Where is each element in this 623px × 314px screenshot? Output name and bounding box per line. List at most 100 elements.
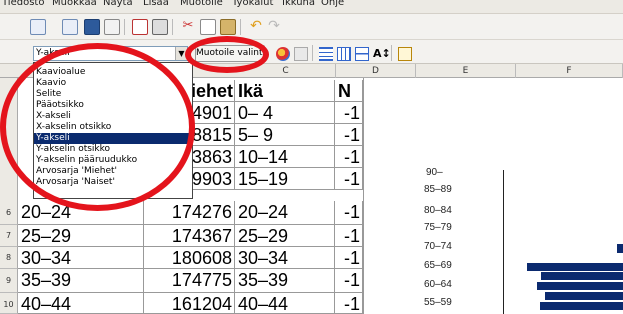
dropdown-item-selected[interactable]: Y-akseli [34,133,192,144]
menu-tyokalut[interactable]: Työkalut [232,0,273,8]
data-cell-age-a[interactable]: 20–24 [18,201,144,225]
header-cell-n[interactable]: N [335,80,363,102]
y-axis-label: 60–64 [424,279,452,290]
data-cell-n[interactable]: -1 [335,168,363,190]
chart-bar[interactable] [541,272,623,280]
menu-muotoile[interactable]: Muotoile [180,0,223,8]
dropdown-item[interactable]: Y-akselin otsikko [34,144,192,155]
chart-element-select[interactable]: Y-akseli ▼ [33,46,188,61]
dropdown-item[interactable]: X-akseli [34,111,192,122]
y-axis-label: 70–74 [424,241,452,252]
menu-nayta[interactable]: Näytä [103,0,133,8]
toolbar-separator [124,19,125,35]
header-cell-ika[interactable]: Ikä [235,80,335,102]
toolbar-separator [312,45,313,61]
chart-type-icon[interactable] [276,47,290,61]
menu-muokkaa[interactable]: Muokkaa [52,0,97,8]
redo-icon[interactable]: ↷ [266,19,282,35]
copy-icon[interactable] [200,19,216,35]
data-cell-age[interactable]: 40–44 [235,293,335,314]
data-cell-men[interactable]: 161204 [144,293,235,314]
data-cell-age[interactable]: 30–34 [235,247,335,269]
dropdown-item[interactable]: Arvosarja 'Naiset' [34,177,192,188]
legend-icon[interactable] [355,47,369,61]
dropdown-item[interactable]: Y-akselin pääruudukko [34,155,192,166]
dropdown-item[interactable]: Kaavio [34,78,192,89]
new-document-icon[interactable] [30,19,46,35]
dropdown-item[interactable]: Kaavioalue [34,67,192,78]
chart-y-axis-line [503,170,504,314]
data-cell-men[interactable]: 174367 [144,225,235,247]
data-cell-age-a[interactable]: 25–29 [18,225,144,247]
format-selection-button[interactable]: Muotoile valinta [195,45,268,62]
dropdown-item[interactable]: Arvosarja 'Miehet' [34,166,192,177]
data-cell-age[interactable]: 25–29 [235,225,335,247]
chart-bar[interactable] [545,292,623,300]
toolbar-separator [172,19,173,35]
dropdown-item[interactable]: Selite [34,89,192,100]
grid-horizontal-icon[interactable] [319,47,333,61]
chart-area-icon[interactable] [294,47,308,61]
column-header-d[interactable]: D [336,64,416,78]
data-cell-age[interactable]: 0– 4 [235,102,335,124]
data-cell-n[interactable]: -1 [335,146,363,168]
dropdown-item[interactable]: Pääotsikko [34,100,192,111]
row-header[interactable]: 6 [0,201,18,225]
paste-icon[interactable] [220,19,236,35]
chart-bar[interactable] [537,282,623,290]
data-cell-age[interactable]: 15–19 [235,168,335,190]
row-header[interactable]: 8 [0,247,18,269]
menu-ohje[interactable]: Ohje [321,0,344,8]
mail-icon[interactable] [104,19,120,35]
column-header-c[interactable]: C [236,64,336,78]
data-cell-men[interactable]: 174276 [144,201,235,225]
data-cell-men[interactable]: 180608 [144,247,235,269]
column-header-f[interactable]: F [516,64,623,78]
chart-bar[interactable] [540,302,623,310]
data-cell-age[interactable]: 35–39 [235,269,335,293]
toolbar-separator [391,45,392,61]
data-cell-n[interactable]: -1 [335,247,363,269]
open-icon[interactable] [62,19,78,35]
column-header-e[interactable]: E [416,64,516,78]
toolbar-separator [240,19,241,35]
chart-bar[interactable] [527,263,623,271]
row-header-column [0,78,18,201]
y-axis-label: 85–89 [424,184,452,195]
menu-ikkuna[interactable]: Ikkuna [282,0,315,8]
print-icon[interactable] [152,19,168,35]
data-cell-men[interactable]: 174775 [144,269,235,293]
row-header[interactable]: 7 [0,225,18,247]
chart-bar[interactable] [617,244,623,253]
menu-tiedosto[interactable]: Tiedosto [2,0,44,8]
data-cell-n[interactable]: -1 [335,201,363,225]
chart-element-dropdown[interactable]: Kaavioalue Kaavio Selite Pääotsikko X-ak… [33,62,193,199]
data-cell-n[interactable]: -1 [335,269,363,293]
text-scale-icon[interactable]: A↕ [373,47,391,61]
data-cell-age-a[interactable]: 35–39 [18,269,144,293]
data-cell-n[interactable]: -1 [335,225,363,247]
chart-element-select-value: Y-akseli [36,48,70,58]
menu-lisaa[interactable]: Lisää [143,0,169,8]
data-cell-age[interactable]: 10–14 [235,146,335,168]
chevron-down-icon[interactable]: ▼ [175,47,187,60]
y-axis-label: 65–69 [424,260,452,271]
standard-toolbar: ✂ ↶ ↷ [0,14,623,40]
undo-icon[interactable]: ↶ [248,19,264,35]
data-cell-age[interactable]: 5– 9 [235,124,335,146]
data-table-icon[interactable] [398,47,412,61]
data-cell-n[interactable]: -1 [335,293,363,314]
data-cell-age-a[interactable]: 40–44 [18,293,144,314]
row-header[interactable]: 10 [0,293,18,314]
data-cell-n[interactable]: -1 [335,102,363,124]
export-pdf-icon[interactable] [132,19,148,35]
row-header[interactable]: 9 [0,269,18,293]
data-cell-n[interactable]: -1 [335,124,363,146]
grid-vertical-icon[interactable] [337,47,351,61]
save-icon[interactable] [84,19,100,35]
menu-bar: Tiedosto Muokkaa Näytä Lisää Muotoile Ty… [0,0,623,14]
data-cell-age-a[interactable]: 30–34 [18,247,144,269]
data-cell-age[interactable]: 20–24 [235,201,335,225]
cut-icon[interactable]: ✂ [180,19,196,35]
dropdown-item[interactable]: X-akselin otsikko [34,122,192,133]
